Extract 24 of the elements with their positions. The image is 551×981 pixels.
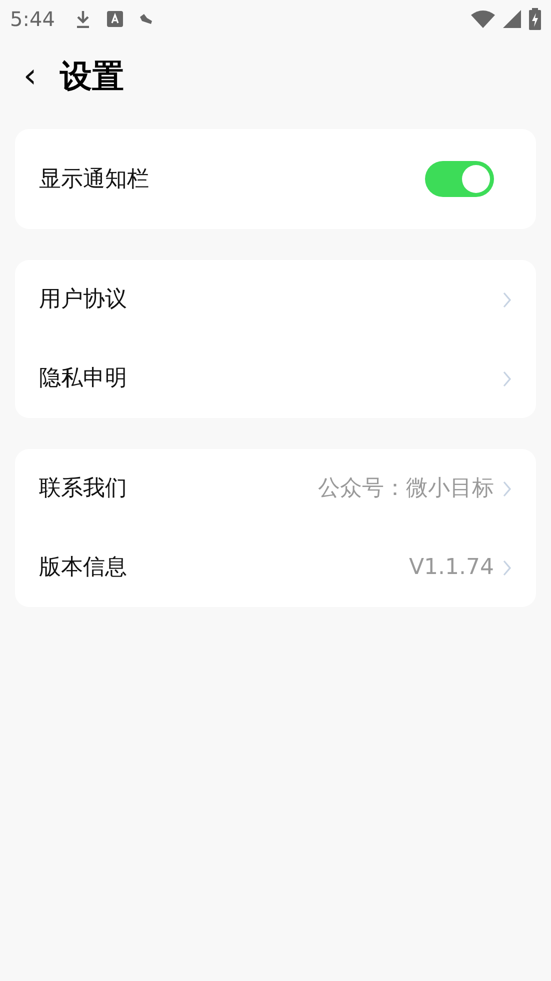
battery-icon xyxy=(529,8,541,30)
setting-label: 显示通知栏 xyxy=(39,166,150,194)
settings-row[interactable]: 联系我们 公众号：微小目标 xyxy=(15,449,536,528)
setting-label: 用户协议 xyxy=(39,286,128,314)
page-title: 设置 xyxy=(60,56,124,97)
app-icon xyxy=(106,11,123,27)
settings-row[interactable]: 版本信息 V1.1.74 xyxy=(15,528,536,607)
toggle-switch[interactable] xyxy=(425,161,494,197)
setting-value: V1.1.74 xyxy=(408,554,494,582)
setting-label: 隐私申明 xyxy=(39,365,128,393)
chevron-right-icon xyxy=(502,370,512,388)
setting-value: 公众号：微小目标 xyxy=(318,475,494,503)
download-icon xyxy=(74,10,91,28)
chevron-right-icon xyxy=(502,558,512,576)
back-button[interactable]: ‹ xyxy=(18,59,42,93)
status-time: 5:44 xyxy=(10,6,55,33)
settings-row[interactable]: 用户协议 xyxy=(15,260,536,339)
setting-label: 版本信息 xyxy=(39,554,128,582)
signal-icon xyxy=(503,10,521,28)
settings-row[interactable]: 隐私申明 xyxy=(15,339,536,418)
chevron-right-icon xyxy=(502,480,512,498)
chevron-right-icon xyxy=(502,290,512,308)
setting-label: 联系我们 xyxy=(39,475,128,503)
wifi-icon xyxy=(471,10,495,28)
